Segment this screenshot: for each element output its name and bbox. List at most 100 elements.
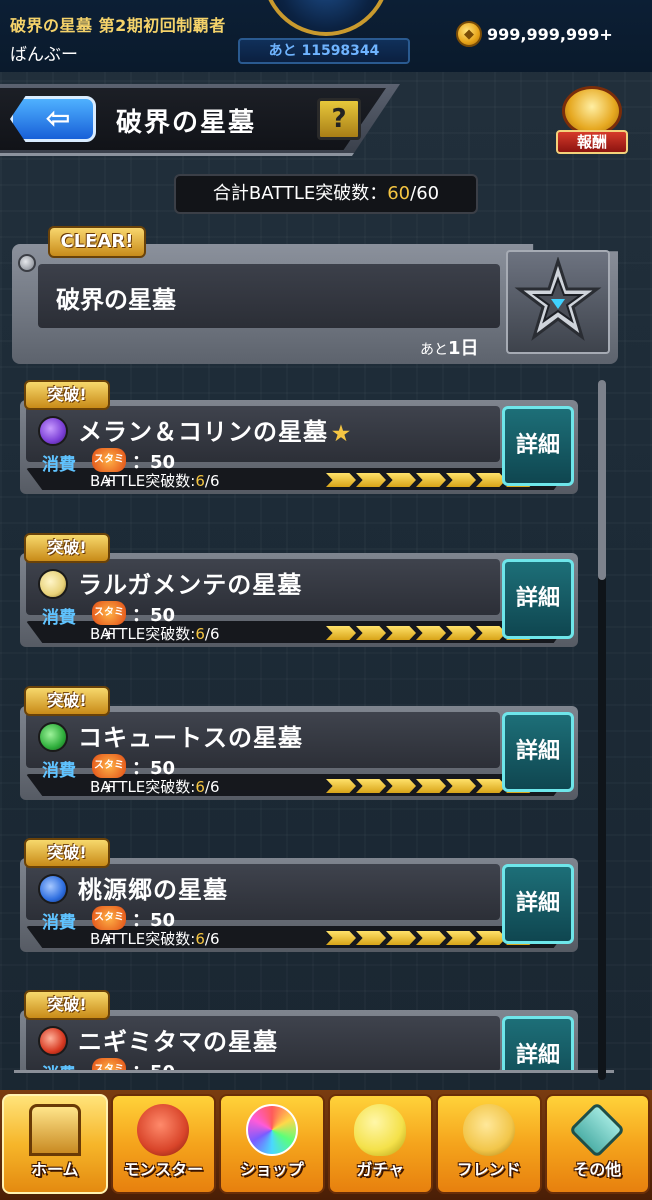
stamina-icon: スタミナ	[92, 1058, 126, 1070]
back-button[interactable]: ⇦	[10, 96, 96, 142]
nav-other[interactable]: その他	[544, 1094, 650, 1194]
stage-name: 桃源郷の星墓	[78, 870, 228, 905]
pin-icon	[18, 254, 36, 272]
battle-prefix: BATTLE突破数:	[90, 472, 196, 490]
clear-badge: CLEAR!	[48, 226, 146, 258]
nav-label: ホーム	[30, 1160, 79, 1179]
bottom-navigation: ホーム モンスター ショップ ガチャ フレンド その他	[0, 1090, 652, 1200]
stage-card[interactable]: 突破! メラン＆コリンの星墓 ★ 消費 スタミナ ：50 BATTLE突破数:6/…	[20, 380, 578, 494]
remain-prefix: あと	[420, 342, 448, 358]
gacha-egg-icon	[354, 1104, 407, 1156]
detail-button[interactable]: 詳細	[502, 559, 574, 639]
dragon-emblem-icon	[562, 86, 622, 136]
main-quest-remaining: あと1日	[420, 334, 479, 360]
stamina-icon: スタミナ	[92, 601, 126, 642]
coin-display: ◆ 999,999,999+	[456, 20, 613, 48]
reward-label: 報酬	[556, 130, 628, 154]
battle-prefix: BATTLE突破数:	[90, 930, 196, 948]
battle-current: 6	[195, 930, 205, 948]
nav-label: ショップ	[239, 1160, 304, 1179]
nav-label: ガチャ	[356, 1160, 405, 1179]
battle-count: BATTLE突破数:6/6	[90, 776, 220, 797]
cost-label: 消費	[42, 455, 76, 475]
stamina-icon: スタミナ	[92, 754, 126, 795]
detail-button[interactable]: 詳細	[502, 406, 574, 486]
battle-current: 6	[195, 472, 205, 490]
player-title: 破界の星墓 第2期初回制覇者	[10, 16, 226, 35]
battle-prefix: BATTLE突破数:	[90, 778, 196, 796]
stamina-icon: スタミナ	[92, 906, 126, 947]
battle-count: BATTLE突破数:6/6	[90, 470, 220, 491]
breakthrough-badge: 突破!	[24, 533, 110, 563]
list-frame-bottom	[14, 1070, 614, 1090]
monster-icon	[137, 1104, 190, 1156]
stage-name: メラン＆コリンの星墓 ★	[78, 412, 351, 447]
stage-name-text: コキュートスの星墓	[78, 723, 303, 752]
main-quest-title: 破界の星墓	[56, 285, 176, 314]
total-prefix: 合計BATTLE突破数：	[212, 183, 388, 204]
battle-current: 6	[195, 625, 205, 643]
cost-label: 消費	[42, 913, 76, 933]
stage-card[interactable]: 突破! ラルガメンテの星墓 消費 スタミナ ：50 BATTLE突破数:6/6 …	[20, 533, 578, 647]
stage-name-text: 桃源郷の星墓	[78, 875, 228, 904]
battle-count: BATTLE突破数:6/6	[90, 928, 220, 949]
cost-value: ：50	[132, 1058, 175, 1070]
nav-friend[interactable]: フレンド	[436, 1094, 542, 1194]
element-icon	[38, 1026, 68, 1056]
stage-name: ニギミタマの星墓	[78, 1022, 278, 1057]
arrow-left-icon: ⇦	[45, 101, 71, 136]
element-icon	[38, 722, 68, 752]
battle-prefix: BATTLE突破数:	[90, 625, 196, 643]
breakthrough-badge: 突破!	[24, 686, 110, 716]
nav-shop[interactable]: ショップ	[219, 1094, 325, 1194]
battle-max: /6	[204, 778, 220, 796]
stage-name: コキュートスの星墓	[78, 718, 303, 753]
remain-value: 1日	[448, 338, 479, 359]
nav-label: その他	[573, 1160, 622, 1179]
nav-gacha[interactable]: ガチャ	[327, 1094, 433, 1194]
detail-button[interactable]: 詳細	[502, 712, 574, 792]
total-current: 60	[387, 183, 411, 204]
element-icon	[38, 416, 68, 446]
stage-name-text: ラルガメンテの星墓	[78, 570, 303, 599]
reward-button[interactable]: 報酬	[552, 86, 632, 158]
home-icon	[28, 1104, 81, 1156]
coin-icon: ◆	[456, 21, 482, 47]
detail-button[interactable]: 詳細	[502, 864, 574, 944]
stage-card[interactable]: 突破! コキュートスの星墓 消費 スタミナ ：50 BATTLE突破数:6/6 …	[20, 686, 578, 800]
nav-home[interactable]: ホーム	[2, 1094, 108, 1194]
battle-current: 6	[195, 778, 205, 796]
breakthrough-badge: 突破!	[24, 380, 110, 410]
cost-label: 消費	[42, 608, 76, 628]
cost-label: 消費	[42, 761, 76, 781]
breakthrough-badge: 突破!	[24, 838, 110, 868]
stage-name-text: ニギミタマの星墓	[78, 1027, 278, 1056]
nav-monster[interactable]: モンスター	[110, 1094, 216, 1194]
exp-remaining: あと 11598344	[238, 38, 410, 64]
stage-card[interactable]: 突破! 桃源郷の星墓 消費 スタミナ ：50 BATTLE突破数:6/6 詳細	[20, 838, 578, 952]
total-max: 60	[416, 183, 440, 204]
shop-orb-icon	[245, 1104, 298, 1156]
element-icon	[38, 874, 68, 904]
nav-label: モンスター	[123, 1160, 204, 1179]
nav-label: フレンド	[456, 1160, 521, 1179]
cost-label: 消費	[42, 1060, 76, 1070]
battle-max: /6	[204, 472, 220, 490]
star-icon: ★	[332, 421, 351, 445]
stage-card[interactable]: 突破! ニギミタマの星墓 消費 スタミナ ：50 詳細	[20, 990, 578, 1070]
element-icon	[38, 569, 68, 599]
total-battle-count: 合計BATTLE突破数：60/60	[174, 174, 478, 214]
battle-max: /6	[204, 930, 220, 948]
player-name: ばんぶー	[10, 45, 78, 65]
friend-icon	[462, 1104, 515, 1156]
detail-button[interactable]: 詳細	[502, 1016, 574, 1070]
battle-max: /6	[204, 625, 220, 643]
battle-count: BATTLE突破数:6/6	[90, 623, 220, 644]
coin-value: 999,999,999+	[487, 24, 613, 44]
page-title: 破界の星墓	[116, 108, 257, 138]
other-icon	[568, 1101, 626, 1159]
star-emblem-icon	[506, 250, 610, 354]
stage-name-text: メラン＆コリンの星墓	[78, 417, 328, 446]
scrollbar-thumb[interactable]	[598, 380, 606, 580]
help-button[interactable]: ?	[317, 98, 361, 140]
